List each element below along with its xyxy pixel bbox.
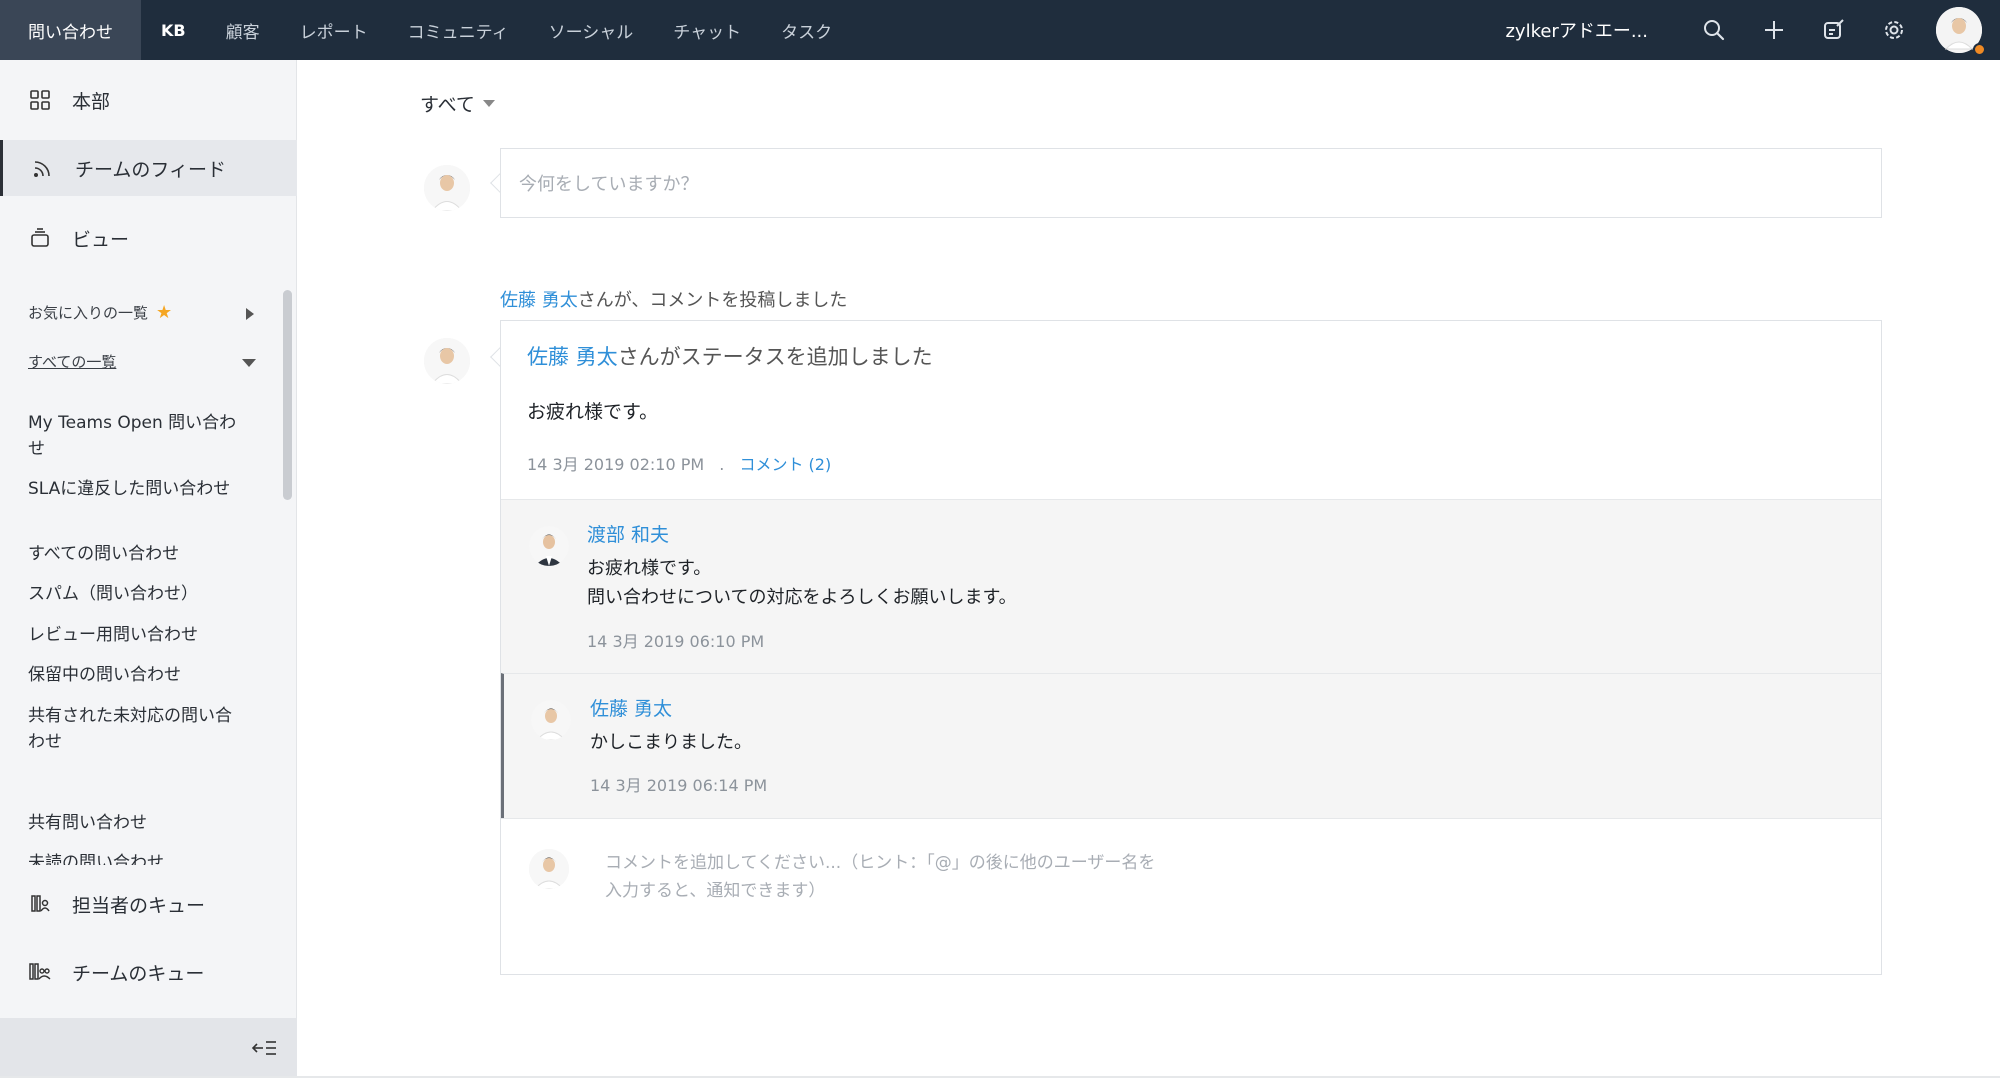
list-item[interactable]: すべての問い合わせ [28, 541, 238, 567]
avatar [529, 849, 569, 889]
sidebar: 本部 チームのフィード ビュー お気に入りの一覧 ★ すべての一覧 My Tea… [0, 60, 297, 1078]
meta-separator: . [719, 455, 725, 474]
chevron-down-icon [482, 100, 495, 107]
comment-author-link[interactable]: 渡部 和夫 [587, 520, 669, 547]
activity-text: さんが、コメントを投稿しました [577, 290, 848, 311]
post-title: 佐藤 勇太さんがステータスを追加しました [527, 341, 933, 371]
avatar [424, 338, 470, 384]
activity-user-link[interactable]: 佐藤 勇太 [500, 290, 578, 311]
post-body: お疲れ様です。 [527, 401, 659, 423]
agent-queue-icon [28, 892, 52, 916]
tab-chat[interactable]: チャット [653, 0, 761, 60]
tab-social[interactable]: ソーシャル [529, 0, 654, 60]
post-title-text: さんがステータスを追加しました [617, 345, 933, 369]
views-icon [28, 226, 52, 250]
sidebar-scrollbar[interactable] [283, 290, 292, 500]
list-item[interactable]: 共有された未対応の問い合わせ [28, 703, 238, 755]
list-item[interactable]: SLAに違反した問い合わせ [28, 476, 238, 502]
feed-icon [31, 156, 55, 180]
comment-text: かしこまりました。 [590, 732, 752, 753]
gear-icon[interactable] [1864, 0, 1924, 60]
comments-count-link[interactable]: コメント (2) [739, 455, 831, 474]
list-item[interactable]: 保留中の問い合わせ [28, 662, 238, 688]
comment-item-highlighted: 佐藤 勇太 かしこまりました。 14 3月 2019 06:14 PM [501, 673, 1881, 818]
sidebar-item-team-feed[interactable]: チームのフィード [0, 140, 297, 196]
module-tabs: 問い合わせ KB 顧客 レポート コミュニティ ソーシャル チャット タスク [0, 0, 852, 60]
activity-line: 佐藤 勇太さんが、コメントを投稿しました [500, 286, 847, 312]
top-navigation-bar: 問い合わせ KB 顧客 レポート コミュニティ ソーシャル チャット タスク z… [0, 0, 2000, 60]
post-author-link[interactable]: 佐藤 勇太 [527, 345, 618, 369]
tab-kb[interactable]: KB [141, 0, 206, 60]
status-input[interactable] [519, 167, 1819, 201]
collapse-sidebar-icon[interactable] [249, 1034, 279, 1062]
main-content: すべて 佐藤 勇太さんが、コメントを投稿しました 佐藤 勇太さんがステータスを追… [298, 60, 2000, 1082]
post-meta: 14 3月 2019 02:10 PM . コメント (2) [527, 451, 831, 475]
comment-item: 渡部 和夫 お疲れ様です。 問い合わせについての対応をよろしくお願いします。 1… [501, 499, 1881, 673]
comment-author-link[interactable]: 佐藤 勇太 [590, 694, 672, 721]
plus-icon[interactable] [1744, 0, 1804, 60]
comment-text: 問い合わせについての対応をよろしくお願いします。 [587, 587, 1017, 608]
sidebar-item-label: チームのキュー [72, 962, 205, 985]
presence-status-dot [1973, 43, 1986, 56]
avatar [531, 700, 571, 740]
sidebar-item-agent-queue[interactable]: 担当者のキュー [0, 876, 297, 932]
sidebar-item-label: ビュー [72, 228, 130, 251]
tab-community[interactable]: コミュニティ [388, 0, 529, 60]
sidebar-item-team-queue[interactable]: チームのキュー [0, 944, 297, 1000]
chevron-right-icon[interactable] [246, 308, 254, 320]
comment-timestamp: 14 3月 2019 06:14 PM [590, 776, 768, 795]
sidebar-item-home[interactable]: 本部 [0, 72, 297, 128]
favorites-label: お気に入りの一覧 [28, 304, 149, 322]
tab-tasks[interactable]: タスク [761, 0, 852, 60]
comment-timestamp: 14 3月 2019 06:10 PM [587, 632, 765, 651]
comment-text: お疲れ様です。 [587, 558, 712, 579]
team-queue-icon [28, 960, 52, 984]
sidebar-item-label: チームのフィード [75, 158, 227, 181]
add-comment-area [501, 818, 1881, 974]
lists-scroll-area: My Teams Open 問い合わせ SLAに違反した問い合わせ すべての問い… [0, 390, 280, 865]
avatar [529, 526, 569, 566]
compose-icon[interactable] [1804, 0, 1864, 60]
list-item[interactable]: レビュー用問い合わせ [28, 622, 238, 648]
sidebar-footer [0, 1018, 297, 1078]
feed-filter-dropdown[interactable]: すべて [420, 90, 495, 117]
grid-icon [28, 88, 52, 112]
avatar [424, 165, 470, 211]
sidebar-item-label: 本部 [72, 90, 111, 113]
page-bottom-divider [0, 1076, 2000, 1078]
org-switcher[interactable]: zylkerアドエー... [1505, 17, 1648, 43]
chevron-down-icon[interactable] [242, 359, 256, 367]
list-item[interactable]: 共有問い合わせ [28, 810, 238, 836]
sidebar-item-label: 担当者のキュー [72, 894, 206, 917]
list-item[interactable]: My Teams Open 問い合わせ [28, 410, 238, 462]
post-timestamp: 14 3月 2019 02:10 PM [527, 455, 705, 474]
tab-tickets[interactable]: 問い合わせ [0, 0, 141, 60]
status-composer [500, 148, 1882, 218]
tab-reports[interactable]: レポート [280, 0, 388, 60]
feed-filter-label: すべて [420, 94, 475, 116]
comment-input[interactable] [605, 849, 1165, 913]
feed-post-card: 佐藤 勇太さんがステータスを追加しました お疲れ様です。 14 3月 2019 … [500, 320, 1882, 975]
list-item[interactable]: 未読の問い合わせ [28, 850, 238, 865]
top-right-controls: zylkerアドエー... [1505, 0, 2000, 60]
user-avatar[interactable] [1936, 7, 1986, 56]
favorites-section-header[interactable]: お気に入りの一覧 ★ [28, 302, 268, 323]
star-icon: ★ [156, 302, 173, 323]
sidebar-item-views[interactable]: ビュー [0, 210, 297, 266]
search-icon[interactable] [1684, 0, 1744, 60]
all-lists-section-header[interactable]: すべての一覧 [28, 351, 116, 372]
tab-customers[interactable]: 顧客 [206, 0, 280, 60]
list-item[interactable]: スパム（問い合わせ） [28, 581, 238, 607]
